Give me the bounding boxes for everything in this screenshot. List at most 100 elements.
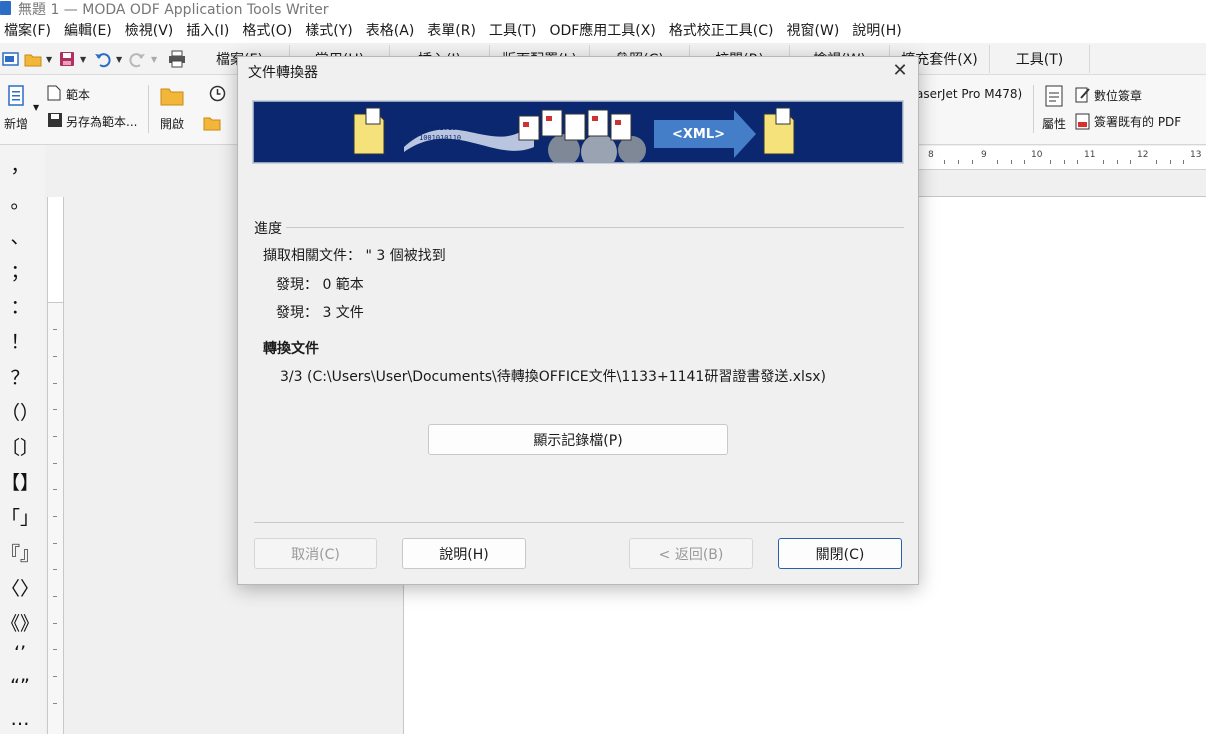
punct-parentheses[interactable]: （） (0, 398, 40, 425)
tab-tools[interactable]: 工具(T) (990, 45, 1090, 73)
save-icon[interactable] (58, 50, 76, 68)
ruler-tick (53, 569, 57, 570)
title-bar: 無題 1 — MODA ODF Application Tools Writer (0, 0, 1206, 18)
ruler-tick (972, 160, 973, 164)
punct-double-angle-brackets[interactable]: 《》 (0, 609, 40, 636)
new-document-icon[interactable] (2, 50, 20, 68)
save-as-template-label[interactable]: 另存為範本... (66, 113, 137, 130)
recent-clock-icon[interactable] (209, 85, 226, 102)
punctuation-panel: ， 。 、 ； ： ！ ？ （） 〔〕 【】 「」 『』 〈〉 《》 ‘’ “”… (0, 145, 45, 734)
punct-white-corner-brackets[interactable]: 『』 (0, 539, 40, 566)
punct-single-quotes[interactable]: ‘’ (0, 642, 40, 664)
ribbon-separator-2 (1033, 85, 1034, 133)
open-remote-folder-icon[interactable] (203, 115, 221, 131)
sign-pdf-icon[interactable] (1075, 113, 1091, 130)
printer-name-label[interactable]: aserJet Pro M478) (916, 87, 1022, 101)
digital-signature-label[interactable]: 數位簽章 (1094, 87, 1142, 104)
extract-status-text: 擷取相關文件： " 3 個被找到 (263, 248, 446, 264)
show-log-button[interactable]: 顯示記錄檔(P) (428, 424, 728, 455)
punct-question[interactable]: ？ (0, 363, 40, 390)
banner-xml-tag: <XML> (672, 127, 725, 142)
open-large-folder-icon[interactable] (160, 85, 184, 107)
menu-insert[interactable]: 插入(I) (181, 20, 237, 40)
banner-documents-gears (518, 109, 646, 162)
found-documents-text: 發現： 3 文件 (276, 305, 364, 321)
menu-edit[interactable]: 編輯(E) (59, 20, 120, 40)
open-folder-icon[interactable] (24, 50, 42, 68)
menu-table[interactable]: 表格(A) (361, 20, 423, 40)
menu-help[interactable]: 說明(H) (847, 20, 909, 40)
ruler-tick (1117, 160, 1118, 164)
undo-icon[interactable] (94, 50, 112, 68)
ruler-tick (53, 543, 57, 544)
save-dropdown-arrow-icon[interactable]: ▼ (80, 55, 86, 64)
ruler-number: 8 (928, 150, 934, 160)
menu-odf-tools[interactable]: ODF應用工具(X) (544, 20, 663, 40)
back-button[interactable]: < 返回(B) (629, 538, 753, 569)
found-templates-text: 發現： 0 範本 (276, 277, 364, 293)
ruler-tick (53, 596, 57, 597)
svg-text:0101001010: 0101001010 (414, 124, 456, 132)
cancel-button[interactable]: 取消(C) (254, 538, 377, 569)
ruler-number: 11 (1084, 150, 1096, 160)
menu-bar: 檔案(F) 編輯(E) 檢視(V) 插入(I) 格式(O) 樣式(Y) 表格(A… (0, 17, 1206, 43)
undo-dropdown-arrow-icon[interactable]: ▼ (116, 55, 122, 64)
menu-styles[interactable]: 樣式(Y) (300, 20, 360, 40)
properties-icon[interactable] (1045, 85, 1063, 107)
ruler-number: 13 (1190, 150, 1202, 160)
menu-tools[interactable]: 工具(T) (484, 20, 544, 40)
punct-angle-brackets[interactable]: 〈〉 (0, 574, 40, 601)
new-dropdown-arrow-icon[interactable]: ▼ (33, 103, 39, 112)
punct-enumeration-comma[interactable]: 、 (0, 222, 40, 249)
ruler-tick (1050, 160, 1051, 164)
ruler-tick (1077, 160, 1078, 164)
ruler-tick (53, 676, 57, 677)
punct-period[interactable]: 。 (0, 187, 40, 214)
close-button[interactable]: 關閉(C) (778, 538, 902, 569)
print-icon[interactable] (168, 50, 186, 68)
punct-corner-brackets[interactable]: 「」 (0, 503, 40, 530)
ruler-tick (1103, 160, 1104, 164)
template-label[interactable]: 範本 (66, 86, 90, 103)
horizontal-ruler[interactable]: 8 9 10 11 12 13 (918, 146, 1206, 170)
digital-signature-icon[interactable] (1075, 86, 1091, 103)
button-divider (254, 522, 904, 523)
save-as-template-icon[interactable] (47, 112, 63, 128)
ruler-tick (53, 516, 57, 517)
help-button[interactable]: 說明(H) (402, 538, 526, 569)
punct-lenticular-brackets[interactable]: 【】 (0, 468, 40, 495)
menu-format-correction[interactable]: 格式校正工具(C) (664, 20, 782, 40)
ruler-tick (958, 160, 959, 164)
menu-form[interactable]: 表單(R) (422, 20, 484, 40)
svg-text:1001010110: 1001010110 (419, 134, 461, 142)
ruler-tick (53, 383, 57, 384)
punct-tortoise-brackets[interactable]: 〔〕 (0, 433, 40, 460)
dialog-title: 文件轉換器 (248, 65, 318, 81)
punct-ellipsis[interactable]: … (0, 708, 40, 730)
open-label[interactable]: 開啟 (160, 115, 184, 132)
open-dropdown-arrow-icon[interactable]: ▼ (46, 55, 52, 64)
menu-window[interactable]: 視窗(W) (782, 20, 848, 40)
punct-colon[interactable]: ： (0, 292, 40, 319)
ruler-tick (53, 329, 57, 330)
punct-semicolon[interactable]: ； (0, 257, 40, 284)
menu-file[interactable]: 檔案(F) (0, 20, 59, 40)
punct-comma[interactable]: ， (0, 151, 40, 178)
vertical-ruler[interactable] (47, 197, 64, 734)
punct-double-quotes[interactable]: “” (0, 675, 40, 697)
sign-pdf-label[interactable]: 簽署既有的 PDF (1094, 113, 1181, 130)
vertical-ruler-margin (48, 197, 63, 303)
menu-format[interactable]: 格式(O) (237, 20, 300, 40)
template-icon[interactable] (47, 85, 61, 101)
close-icon[interactable]: ✕ (888, 59, 912, 83)
redo-icon[interactable] (128, 50, 146, 68)
properties-label[interactable]: 屬性 (1042, 115, 1066, 132)
ruler-number: 10 (1031, 150, 1043, 160)
new-document-large-icon[interactable] (7, 85, 27, 107)
ruler-tick (53, 356, 57, 357)
redo-dropdown-arrow-icon[interactable]: ▼ (151, 55, 157, 64)
ruler-tick (53, 409, 57, 410)
menu-view[interactable]: 檢視(V) (120, 20, 182, 40)
punct-exclamation[interactable]: ！ (0, 327, 40, 354)
new-label[interactable]: 新增 (4, 115, 28, 132)
